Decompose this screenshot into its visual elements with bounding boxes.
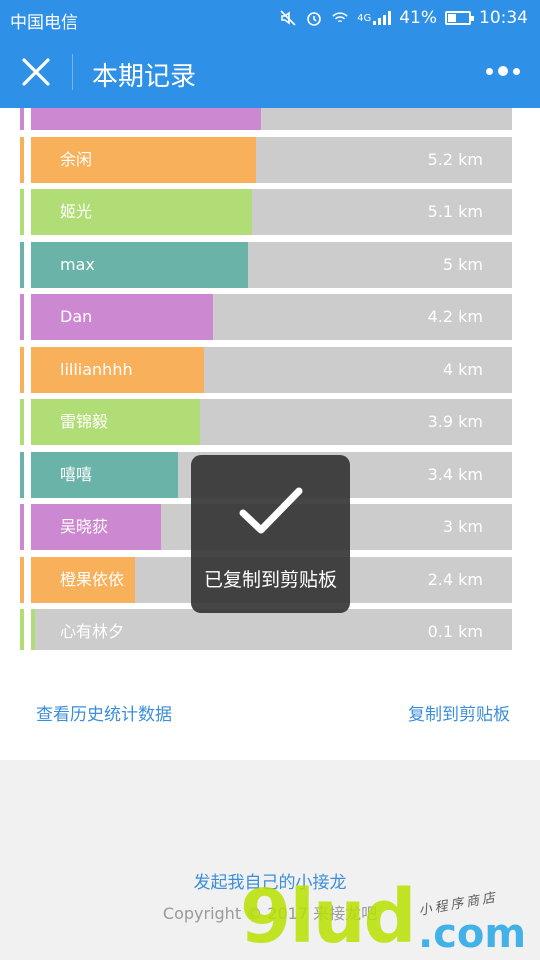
record-distance: 4.2 km — [427, 307, 483, 326]
watermark-logo: 9lud — [240, 874, 417, 960]
record-row[interactable]: max 5 km — [20, 241, 512, 288]
record-row[interactable]: 姬光 5.1 km — [20, 189, 512, 235]
title-divider — [72, 54, 73, 90]
record-track: max 5 km — [31, 241, 512, 288]
close-icon — [22, 58, 50, 86]
record-track: Dan 4.2 km — [31, 294, 512, 340]
record-distance: 3.9 km — [427, 412, 483, 431]
record-color-marker — [20, 294, 24, 340]
record-distance: 5.1 km — [427, 202, 483, 221]
record-name: 心有林夕 — [60, 622, 125, 641]
record-color-marker — [20, 399, 24, 445]
record-distance: 3.4 km — [427, 464, 483, 484]
signal-icon: 4G — [357, 9, 392, 27]
record-track: 姬光 5.1 km — [31, 189, 512, 235]
record-distance: 5.2 km — [427, 149, 483, 169]
record-name: max — [60, 254, 95, 274]
record-color-marker — [20, 451, 24, 498]
record-name: 橙果依依 — [60, 569, 125, 589]
record-color-marker — [20, 346, 24, 393]
record-color-marker — [20, 108, 24, 130]
record-row[interactable]: Dan 4.2 km — [20, 294, 512, 340]
record-color-marker — [20, 609, 24, 650]
record-name: 嘻嘻 — [60, 464, 93, 484]
record-distance: 0.1 km — [427, 622, 483, 641]
page-title: 本期记录 — [92, 62, 197, 92]
record-track — [31, 108, 512, 130]
record-row[interactable]: 雷锦毅 3.9 km — [20, 399, 512, 445]
record-distance-bar — [31, 451, 178, 498]
record-row[interactable]: 余闲 5.2 km — [20, 136, 512, 183]
view-history-link[interactable]: 查看历史统计数据 — [36, 700, 172, 725]
record-row[interactable]: 心有林夕 0.1 km — [20, 609, 512, 650]
record-row[interactable]: lillianhhh 4 km — [20, 346, 512, 393]
record-color-marker — [20, 556, 24, 603]
record-track: lillianhhh 4 km — [31, 346, 512, 393]
record-row[interactable] — [20, 108, 512, 130]
record-track: 余闲 5.2 km — [31, 136, 512, 183]
checkmark-icon — [239, 487, 303, 534]
record-name: 雷锦毅 — [60, 412, 109, 431]
alarm-icon — [305, 9, 323, 27]
record-track: 雷锦毅 3.9 km — [31, 399, 512, 445]
watermark-domain: .com — [418, 911, 527, 957]
carrier-name: 中国电信 — [10, 13, 78, 33]
record-distance-bar — [31, 609, 35, 650]
toast-message: 已复制到剪贴板 — [203, 569, 337, 591]
record-distance-bar — [31, 399, 200, 445]
copy-to-clipboard-link[interactable]: 复制到剪贴板 — [408, 700, 510, 725]
record-name: Dan — [60, 307, 93, 326]
wifi-icon — [331, 9, 349, 27]
mute-icon — [279, 9, 297, 27]
close-button[interactable] — [18, 54, 54, 90]
record-color-marker — [20, 241, 24, 288]
battery-icon — [445, 11, 474, 25]
action-links: 查看历史统计数据 复制到剪贴板 — [0, 690, 540, 730]
status-icons: 4G 41% 10:34 — [279, 8, 528, 28]
copied-toast: 已复制到剪贴板 — [191, 455, 350, 613]
record-name: 姬光 — [60, 202, 93, 221]
record-color-marker — [20, 136, 24, 183]
record-distance: 3 km — [442, 517, 483, 536]
title-bar: 本期记录 — [0, 36, 540, 108]
record-track: 心有林夕 0.1 km — [31, 609, 512, 650]
record-name: 余闲 — [60, 149, 93, 169]
record-distance: 5 km — [442, 254, 483, 274]
record-distance: 2.4 km — [427, 569, 483, 589]
battery-percent: 41% — [399, 8, 437, 28]
status-bar: 中国电信 4G 41% 10:34 — [0, 0, 540, 36]
record-name: lillianhhh — [60, 359, 133, 379]
battery-level — [448, 14, 456, 22]
more-button[interactable] — [486, 66, 520, 76]
record-distance-bar — [31, 108, 261, 130]
record-distance-bar — [31, 294, 213, 340]
record-color-marker — [20, 189, 24, 235]
record-distance: 4 km — [442, 359, 483, 379]
network-type: 4G — [357, 12, 372, 24]
record-color-marker — [20, 504, 24, 550]
record-name: 吴晓荻 — [60, 517, 109, 536]
more-icon — [486, 67, 493, 75]
clock: 10:34 — [479, 8, 528, 28]
